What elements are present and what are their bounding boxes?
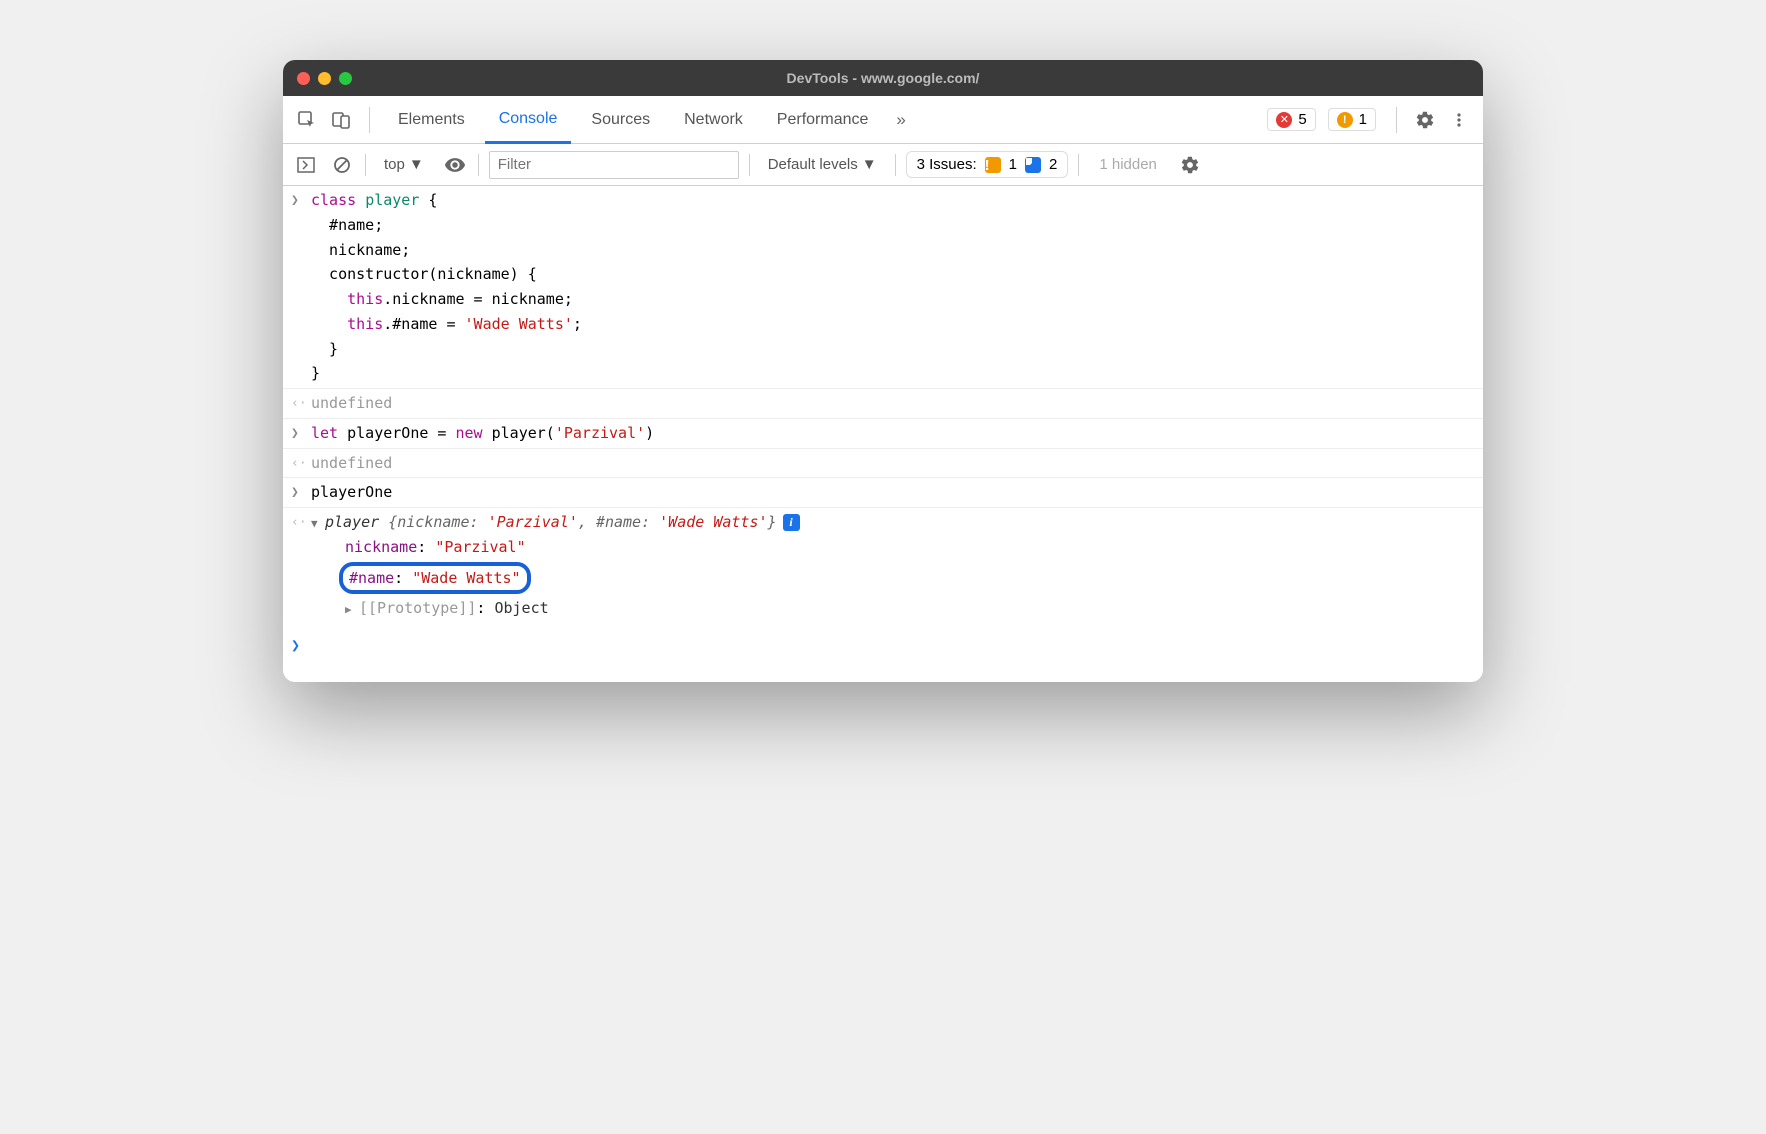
- levels-label: Default levels: [768, 156, 858, 173]
- sidebar-toggle-icon[interactable]: [293, 152, 319, 178]
- expand-arrow-icon[interactable]: ▶: [345, 601, 359, 619]
- warning-icon: !: [985, 157, 1001, 173]
- separator: [1396, 107, 1397, 133]
- console-input-row[interactable]: ❯ class player { #name; nickname; constr…: [283, 186, 1483, 389]
- hidden-count: 1 hidden: [1089, 156, 1167, 173]
- clear-console-icon[interactable]: [329, 152, 355, 178]
- console-toolbar: top ▼ Default levels ▼ 3 Issues: ! 1 2 1…: [283, 144, 1483, 186]
- input-chevron-icon: ❯: [291, 188, 311, 211]
- log-levels-selector[interactable]: Default levels ▼: [760, 152, 885, 177]
- console-prompt[interactable]: ❯: [283, 623, 1483, 682]
- console-settings-gear-icon[interactable]: [1177, 152, 1203, 178]
- separator: [1078, 154, 1079, 176]
- filter-input[interactable]: [489, 151, 739, 179]
- devtools-window: DevTools - www.google.com/ Elements Cons…: [283, 60, 1483, 682]
- object-summary[interactable]: ▼player {nickname: 'Parzival', #name: 'W…: [311, 510, 1473, 535]
- tab-elements[interactable]: Elements: [384, 96, 479, 144]
- console-output-row: ‹· undefined: [283, 389, 1483, 419]
- object-property-highlighted[interactable]: #name: "Wade Watts": [339, 562, 1473, 595]
- info-icon[interactable]: i: [783, 514, 800, 531]
- titlebar: DevTools - www.google.com/: [283, 60, 1483, 96]
- console-output-row: ‹· undefined: [283, 449, 1483, 479]
- issues-label: 3 Issues:: [917, 156, 977, 173]
- chevron-down-icon: ▼: [409, 156, 424, 173]
- input-chevron-icon: ❯: [291, 480, 311, 503]
- device-toggle-icon[interactable]: [327, 106, 355, 134]
- error-count: 5: [1298, 111, 1306, 128]
- object-tree[interactable]: ▼player {nickname: 'Parzival', #name: 'W…: [311, 510, 1473, 621]
- warning-icon: !: [1337, 112, 1353, 128]
- input-chevron-icon: ❯: [291, 421, 311, 444]
- expand-arrow-icon[interactable]: ▼: [311, 515, 325, 533]
- console-body: ❯ class player { #name; nickname; constr…: [283, 186, 1483, 682]
- object-property[interactable]: nickname: "Parzival": [345, 535, 1473, 560]
- error-icon: ✕: [1276, 112, 1292, 128]
- output-chevron-icon: ‹·: [291, 451, 311, 474]
- more-menu-icon[interactable]: [1445, 106, 1473, 134]
- close-window-button[interactable]: [297, 72, 310, 85]
- live-expression-eye-icon[interactable]: [442, 152, 468, 178]
- main-toolbar: Elements Console Sources Network Perform…: [283, 96, 1483, 144]
- output-chevron-icon: ‹·: [291, 510, 311, 533]
- tab-network[interactable]: Network: [670, 96, 757, 144]
- minimize-window-button[interactable]: [318, 72, 331, 85]
- output-chevron-icon: ‹·: [291, 391, 311, 414]
- window-title: DevTools - www.google.com/: [787, 70, 980, 86]
- tab-sources[interactable]: Sources: [577, 96, 664, 144]
- output-value: undefined: [311, 391, 1473, 416]
- context-selector[interactable]: top ▼: [376, 152, 432, 177]
- separator: [369, 107, 370, 133]
- output-value: undefined: [311, 451, 1473, 476]
- maximize-window-button[interactable]: [339, 72, 352, 85]
- separator: [365, 154, 366, 176]
- tab-console[interactable]: Console: [485, 96, 572, 144]
- issues-badge[interactable]: 3 Issues: ! 1 2: [906, 151, 1069, 178]
- settings-gear-icon[interactable]: [1411, 106, 1439, 134]
- console-code: class player { #name; nickname; construc…: [311, 188, 1473, 386]
- tab-performance[interactable]: Performance: [763, 96, 883, 144]
- context-label: top: [384, 156, 405, 173]
- warning-count: 1: [1359, 111, 1367, 128]
- console-code: playerOne: [311, 480, 1473, 505]
- prompt-chevron-icon: ❯: [291, 633, 311, 658]
- issues-warn-count: 1: [1009, 156, 1017, 173]
- error-count-badge[interactable]: ✕ 5: [1267, 108, 1315, 131]
- console-input-row[interactable]: ❯ let playerOne = new player('Parzival'): [283, 419, 1483, 449]
- info-icon: [1025, 157, 1041, 173]
- separator: [749, 154, 750, 176]
- chevron-down-icon: ▼: [862, 156, 877, 173]
- inspect-element-icon[interactable]: [293, 106, 321, 134]
- traffic-lights: [283, 72, 352, 85]
- object-prototype[interactable]: ▶[[Prototype]]: Object: [345, 596, 1473, 621]
- issues-info-count: 2: [1049, 156, 1057, 173]
- separator: [478, 154, 479, 176]
- console-code: let playerOne = new player('Parzival'): [311, 421, 1473, 446]
- more-tabs-chevron-icon[interactable]: »: [888, 110, 913, 130]
- warning-count-badge[interactable]: ! 1: [1328, 108, 1376, 131]
- console-output-row: ‹· ▼player {nickname: 'Parzival', #name:…: [283, 508, 1483, 623]
- separator: [895, 154, 896, 176]
- highlight-annotation: #name: "Wade Watts": [339, 562, 531, 595]
- console-input-row[interactable]: ❯ playerOne: [283, 478, 1483, 508]
